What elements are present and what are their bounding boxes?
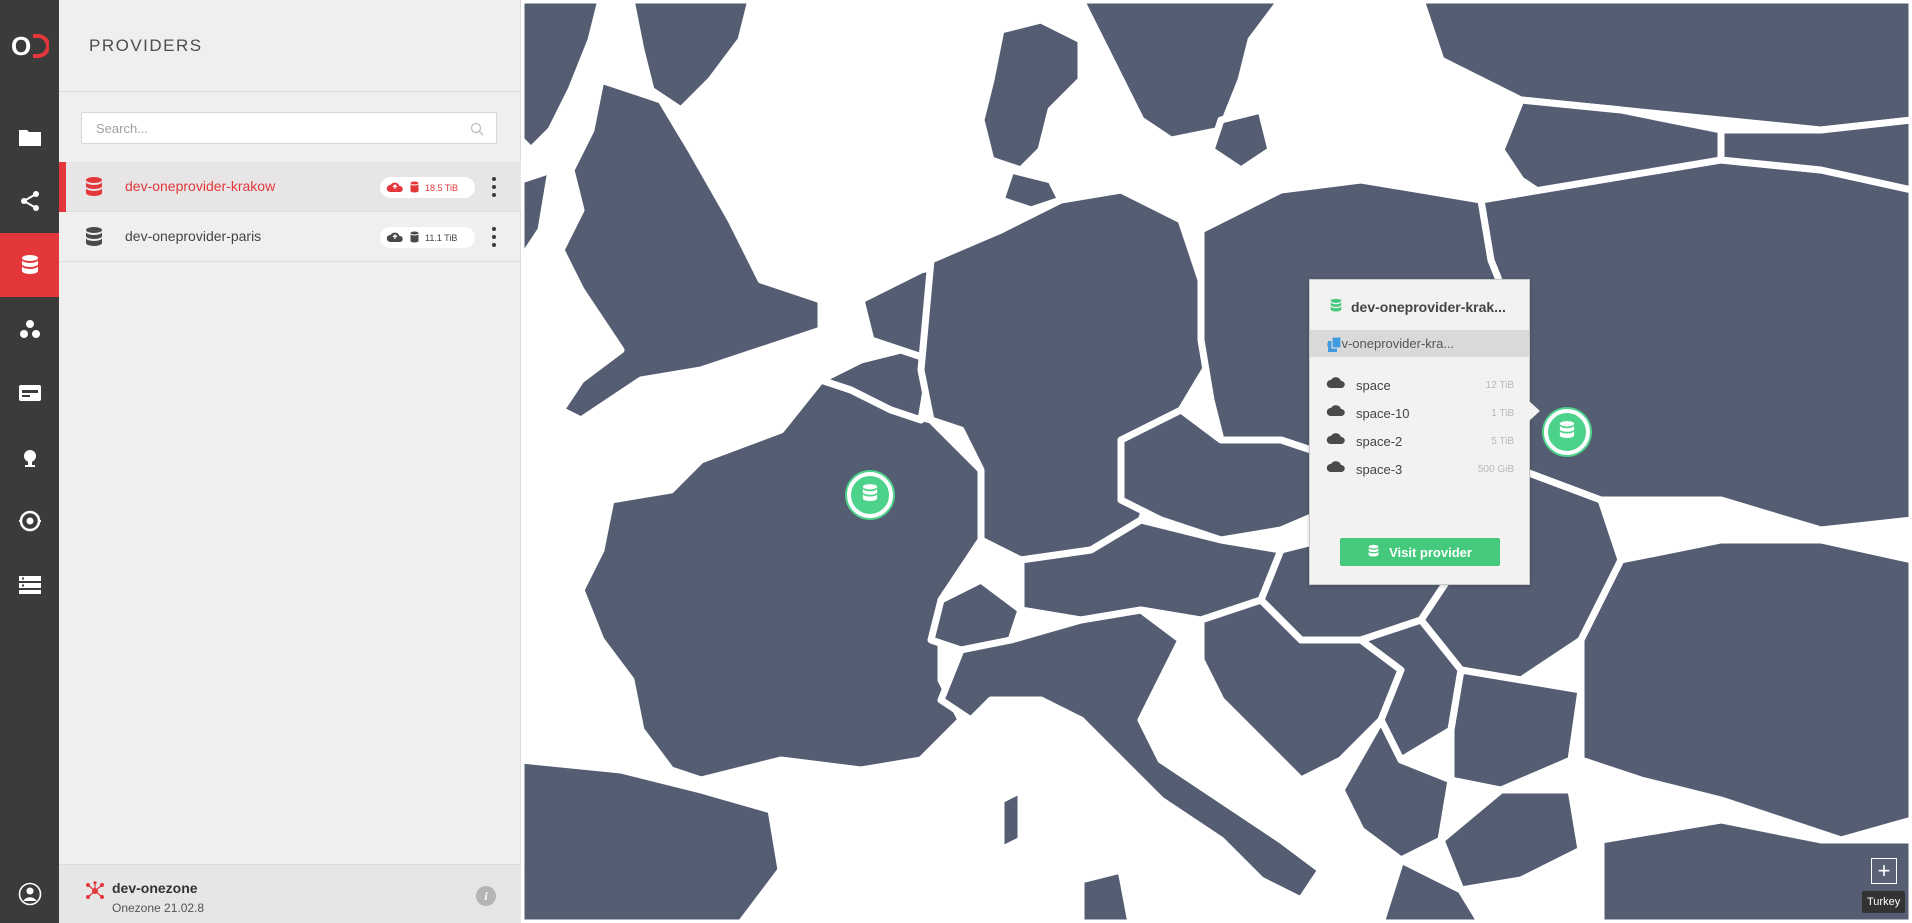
zoom-in-button[interactable]: + bbox=[1871, 858, 1897, 884]
popup-space-list: space 12 TiB space-10 1 TiB space-2 5 Ti… bbox=[1326, 371, 1514, 483]
rail-item-data[interactable] bbox=[0, 105, 59, 169]
rail-item-providers[interactable] bbox=[0, 233, 59, 297]
storage-icon bbox=[410, 181, 419, 195]
info-icon[interactable]: i bbox=[476, 886, 496, 906]
onezone-footer: dev-onezone Onezone 21.02.8 i bbox=[59, 864, 521, 923]
provider-actions-menu[interactable] bbox=[487, 175, 501, 199]
cloud-status-icon bbox=[386, 181, 404, 195]
rail-item-automation[interactable] bbox=[0, 489, 59, 553]
rail-item-user[interactable] bbox=[0, 865, 59, 923]
country-tooltip: Turkey bbox=[1862, 891, 1906, 913]
provider-item-paris[interactable]: dev-oneprovider-paris 11.1 TiB bbox=[59, 212, 521, 262]
space-name: space-3 bbox=[1356, 461, 1403, 477]
provider-size: 18.5 TiB bbox=[425, 182, 459, 193]
provider-size: 11.1 TiB bbox=[425, 232, 458, 243]
space-item[interactable]: space-2 5 TiB bbox=[1326, 427, 1514, 455]
popup-title: dev-oneprovider-krak... bbox=[1330, 298, 1506, 316]
space-size: 1 TiB bbox=[1491, 407, 1514, 419]
cloud-status-icon bbox=[386, 231, 404, 245]
visit-provider-button[interactable]: Visit provider bbox=[1340, 538, 1500, 566]
providers-sidebar: PROVIDERS dev-oneprovider-krakow 18.5 Ti… bbox=[59, 0, 521, 923]
user-icon bbox=[18, 882, 42, 906]
provider-actions-menu[interactable] bbox=[487, 225, 501, 249]
onezone-version: Onezone 21.02.8 bbox=[112, 901, 205, 915]
copy-icon[interactable] bbox=[1327, 336, 1519, 356]
provider-marker-paris[interactable] bbox=[847, 472, 893, 518]
search-input[interactable] bbox=[82, 113, 452, 143]
rail-item-clusters[interactable] bbox=[0, 553, 59, 617]
rail-item-groups[interactable] bbox=[0, 297, 59, 361]
map-land bbox=[521, 0, 1912, 923]
space-item[interactable]: space 12 TiB bbox=[1326, 371, 1514, 399]
storage-icon bbox=[410, 231, 419, 245]
space-item[interactable]: space-10 1 TiB bbox=[1326, 399, 1514, 427]
database-icon bbox=[1368, 544, 1379, 561]
svg-text:O: O bbox=[11, 33, 31, 59]
provider-popup: dev-oneprovider-krak... dev-oneprovider-… bbox=[1309, 279, 1540, 585]
database-icon bbox=[1330, 298, 1342, 316]
space-name: space-10 bbox=[1356, 405, 1410, 421]
provider-status-badge: 11.1 TiB bbox=[380, 227, 475, 248]
popup-provider-name: dev-oneprovider-krak... bbox=[1351, 299, 1506, 315]
provider-status-badge: 18.5 TiB bbox=[380, 177, 475, 198]
provider-database-icon bbox=[85, 176, 103, 203]
space-item[interactable]: space-3 500 GiB bbox=[1326, 455, 1514, 483]
main-menu-rail: O bbox=[0, 0, 59, 923]
groups-icon bbox=[19, 319, 41, 339]
provider-name: dev-oneprovider-paris bbox=[125, 228, 262, 244]
space-size: 5 TiB bbox=[1491, 435, 1514, 447]
visit-provider-label: Visit provider bbox=[1389, 544, 1472, 560]
clusters-icon bbox=[18, 575, 42, 595]
sidebar-header: PROVIDERS bbox=[59, 0, 520, 92]
cloud-icon bbox=[1326, 376, 1348, 394]
space-size: 12 TiB bbox=[1485, 379, 1514, 391]
popup-arrow bbox=[1529, 401, 1540, 421]
database-icon bbox=[1559, 420, 1575, 445]
provider-name: dev-oneprovider-krakow bbox=[125, 178, 276, 194]
space-name: space bbox=[1356, 377, 1391, 393]
popup-domain-row: dev-oneprovider-kra... bbox=[1310, 330, 1529, 357]
provider-marker-krakow[interactable] bbox=[1544, 409, 1590, 455]
space-name: space-2 bbox=[1356, 433, 1403, 449]
harvester-icon bbox=[19, 446, 41, 468]
onezone-name: dev-onezone bbox=[112, 880, 198, 896]
folder-icon bbox=[18, 127, 42, 147]
world-map[interactable]: dev-oneprovider-krak... dev-oneprovider-… bbox=[521, 0, 1912, 923]
onedata-logo[interactable]: O bbox=[0, 0, 59, 92]
onezone-icon bbox=[85, 881, 105, 906]
cloud-icon bbox=[1326, 432, 1348, 450]
space-size: 500 GiB bbox=[1477, 463, 1514, 475]
cloud-icon bbox=[1326, 404, 1348, 422]
rail-item-harvesters[interactable] bbox=[0, 425, 59, 489]
search-icon[interactable] bbox=[470, 122, 484, 141]
sidebar-title: PROVIDERS bbox=[89, 36, 203, 55]
provider-database-icon bbox=[85, 226, 103, 253]
database-icon bbox=[862, 483, 878, 508]
provider-item-krakow[interactable]: dev-oneprovider-krakow 18.5 TiB bbox=[59, 162, 521, 212]
share-icon bbox=[19, 190, 41, 212]
search-box bbox=[81, 112, 497, 144]
rail-item-tokens[interactable] bbox=[0, 361, 59, 425]
rail-item-shares[interactable] bbox=[0, 169, 59, 233]
cloud-icon bbox=[1326, 460, 1348, 478]
token-icon bbox=[18, 384, 42, 402]
automation-icon bbox=[18, 509, 42, 533]
database-icon bbox=[21, 254, 39, 276]
